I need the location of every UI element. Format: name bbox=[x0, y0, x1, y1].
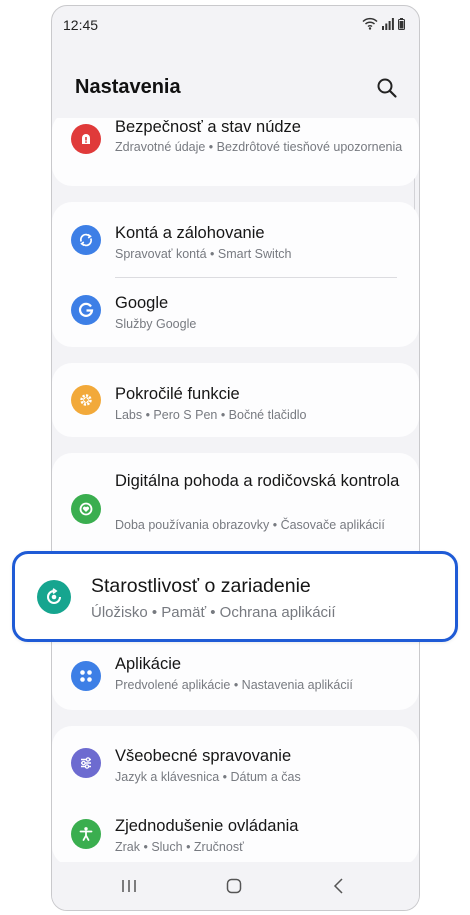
status-time: 12:45 bbox=[63, 17, 99, 33]
settings-item-title: Kontá a zálohovanie bbox=[115, 224, 265, 242]
settings-item-subtitle: Labs • Pero S Pen • Bočné tlačidlo bbox=[115, 408, 307, 422]
back-icon bbox=[333, 878, 343, 894]
settings-item-title: Starostlivosť o zariadenie bbox=[91, 575, 311, 597]
settings-item-title: Aplikácie bbox=[115, 655, 182, 673]
settings-item-general[interactable]: Všeobecné spravovanie Jazyk a klávesnica… bbox=[52, 726, 419, 796]
settings-item-device-care-highlight[interactable]: Starostlivosť o zariadenie Úložisko • Pa… bbox=[12, 551, 458, 642]
apps-grid-icon bbox=[71, 661, 101, 691]
settings-card: Pokročilé funkcie Labs • Pero S Pen • Bo… bbox=[52, 363, 419, 437]
settings-item-safety[interactable]: Bezpečnosť a stav núdze Zdravotné údaje … bbox=[52, 111, 419, 186]
status-bar: 12:45 bbox=[52, 6, 419, 46]
signal-icon bbox=[382, 18, 394, 30]
navigation-bar bbox=[52, 862, 419, 910]
wellbeing-icon bbox=[71, 494, 101, 524]
phone-frame: 12:45 Nastavenia Bezpečnosť a stav núdze… bbox=[51, 5, 420, 911]
settings-item-subtitle: Úložisko • Pamäť • Ochrana aplikácií bbox=[91, 604, 336, 621]
accessibility-icon bbox=[71, 819, 101, 849]
home-button[interactable] bbox=[219, 874, 249, 898]
device-care-icon bbox=[37, 580, 71, 614]
settings-item-accounts[interactable]: Kontá a zálohovanie Spravovať kontá • Sm… bbox=[52, 202, 419, 274]
settings-card: Všeobecné spravovanie Jazyk a klávesnica… bbox=[52, 726, 419, 866]
settings-item-accessibility[interactable]: Zjednodušenie ovládania Zrak • Sluch • Z… bbox=[52, 796, 419, 866]
settings-item-subtitle: Zdravotné údaje • Bezdrôtové tiesňové up… bbox=[115, 140, 403, 154]
settings-item-advanced[interactable]: Pokročilé funkcie Labs • Pero S Pen • Bo… bbox=[52, 363, 419, 437]
wifi-icon bbox=[362, 17, 378, 30]
settings-item-title: Zjednodušenie ovládania bbox=[115, 817, 299, 835]
recent-apps-button[interactable] bbox=[114, 874, 144, 898]
sliders-icon bbox=[71, 748, 101, 778]
page-title: Nastavenia bbox=[75, 76, 181, 98]
settings-item-apps[interactable]: Aplikácie Predvolené aplikácie • Nastave… bbox=[52, 643, 419, 710]
recent-apps-icon bbox=[122, 880, 136, 892]
search-icon bbox=[377, 78, 397, 98]
settings-item-title: Google bbox=[115, 294, 169, 312]
gear-plus-icon bbox=[71, 385, 101, 415]
battery-icon bbox=[398, 18, 405, 30]
status-icons bbox=[362, 17, 405, 30]
home-icon bbox=[226, 878, 242, 894]
settings-item-title: Bezpečnosť a stav núdze bbox=[115, 118, 301, 136]
settings-card: Bezpečnosť a stav núdze Zdravotné údaje … bbox=[52, 111, 419, 186]
header-mask bbox=[52, 106, 419, 118]
settings-item-title: Všeobecné spravovanie bbox=[115, 747, 292, 765]
settings-item-subtitle: Jazyk a klávesnica • Dátum a čas bbox=[115, 770, 301, 784]
settings-item-wellbeing[interactable]: Digitálna pohoda a rodičovská kontrola D… bbox=[52, 453, 419, 553]
settings-card: Kontá a zálohovanie Spravovať kontá • Sm… bbox=[52, 202, 419, 347]
settings-item-subtitle: Služby Google bbox=[115, 317, 197, 331]
sync-icon bbox=[71, 225, 101, 255]
settings-item-subtitle: Doba používania obrazovky • Časovače apl… bbox=[115, 518, 385, 532]
settings-item-title: Pokročilé funkcie bbox=[115, 385, 240, 403]
settings-item-google[interactable]: Google Služby Google bbox=[52, 278, 419, 347]
back-button[interactable] bbox=[324, 874, 354, 898]
search-button[interactable] bbox=[375, 76, 399, 100]
settings-item-subtitle: Spravovať kontá • Smart Switch bbox=[115, 247, 292, 261]
emergency-icon bbox=[71, 124, 101, 154]
settings-item-subtitle: Zrak • Sluch • Zručnosť bbox=[115, 840, 244, 854]
google-icon bbox=[71, 295, 101, 325]
settings-item-title: Digitálna pohoda a rodičovská kontrola bbox=[115, 472, 400, 490]
settings-item-subtitle: Predvolené aplikácie • Nastavenia apliká… bbox=[115, 678, 353, 692]
